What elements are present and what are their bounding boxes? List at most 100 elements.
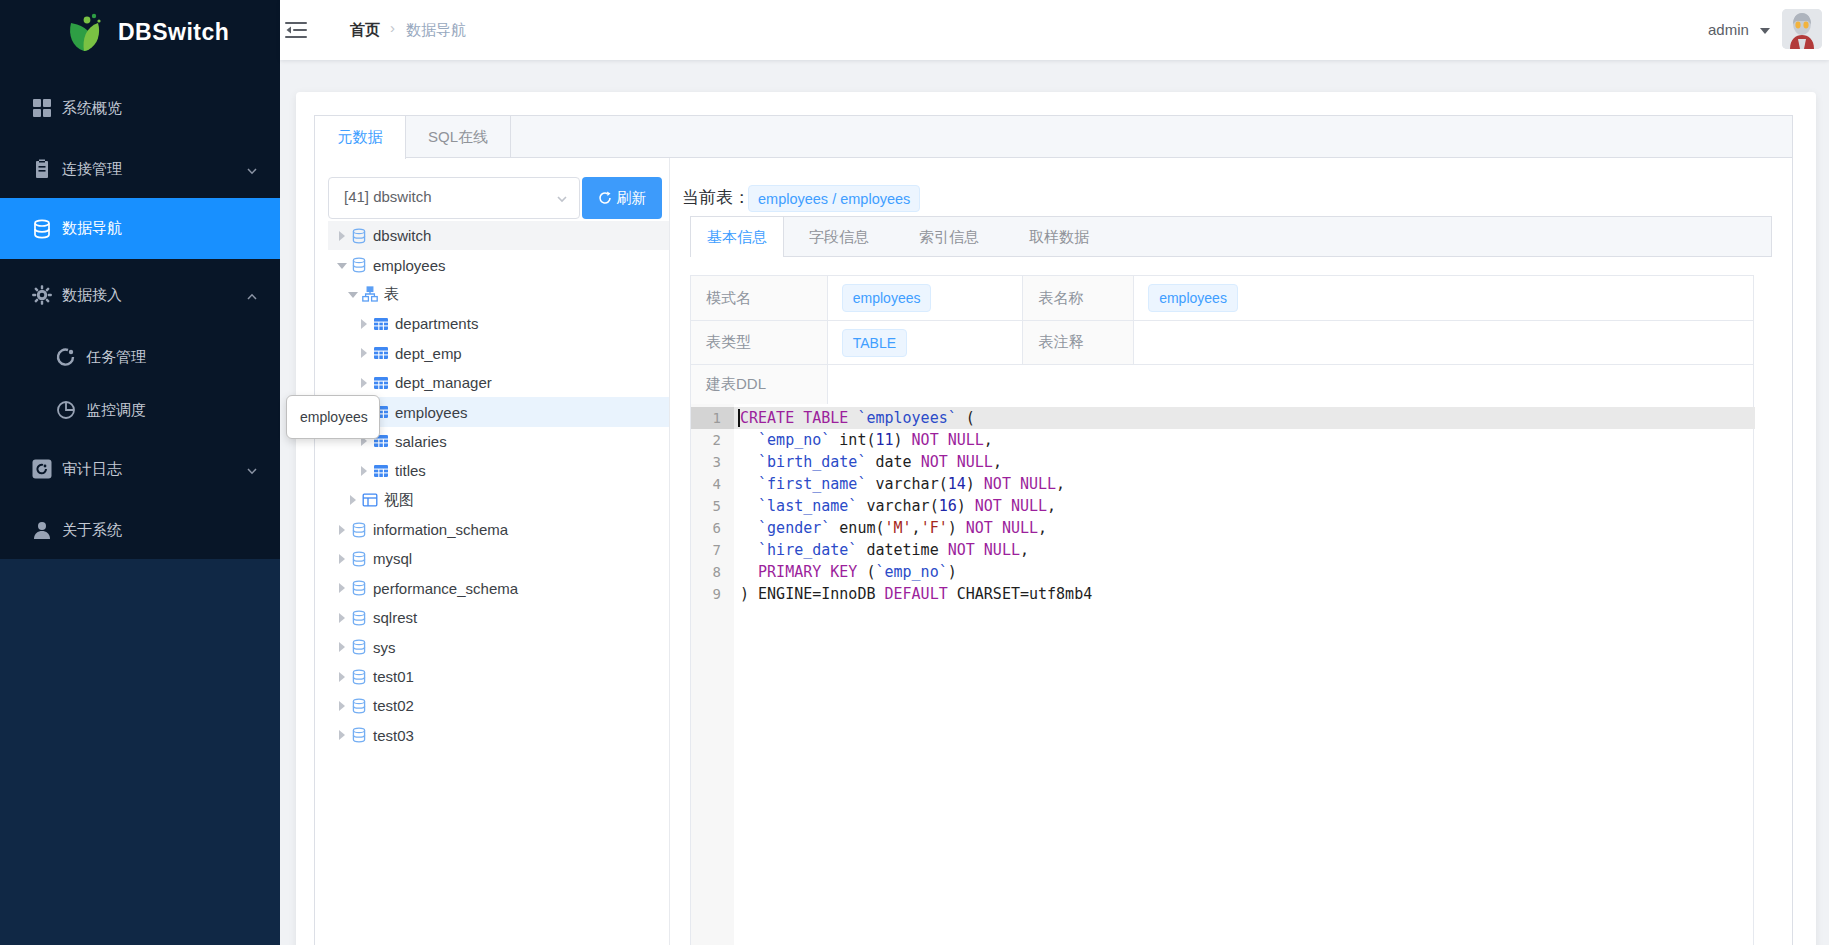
caret-right-icon[interactable] (336, 525, 348, 535)
sidebar-item-connections[interactable]: 连接管理 (0, 139, 280, 199)
tree-node-label: dbswitch (373, 227, 431, 244)
sidebar-item-data-access[interactable]: 数据接入 (0, 265, 280, 325)
breadcrumb-separator-icon: › (390, 19, 395, 36)
caret-right-icon[interactable] (336, 672, 348, 682)
code-line: `emp_no` int(11) NOT NULL, (740, 429, 993, 451)
tree-node-titles[interactable]: titles (328, 456, 669, 485)
top-header (280, 0, 1829, 60)
sidebar-item-monitor[interactable]: 监控调度 (0, 380, 280, 440)
sidebar-item-task-mgmt[interactable]: 任务管理 (0, 327, 280, 387)
user-icon (32, 520, 52, 540)
table-icon (373, 316, 389, 332)
sidebar-item-label: 连接管理 (62, 160, 122, 179)
breadcrumb-home[interactable]: 首页 (350, 21, 380, 40)
code-line: `last_name` varchar(16) NOT NULL, (740, 495, 1056, 517)
caret-right-icon[interactable] (358, 466, 370, 476)
sidebar-item-about[interactable]: 关于系统 (0, 500, 280, 560)
avatar[interactable] (1782, 9, 1822, 49)
collapse-sidebar-icon[interactable] (285, 20, 307, 40)
sidebar-item-audit-log[interactable]: 审计日志 (0, 439, 280, 499)
database-icon (351, 522, 367, 538)
tree-node-performance_schema[interactable]: performance_schema (328, 574, 669, 603)
chevron-down-icon (557, 194, 567, 204)
tree-node-dept_emp[interactable]: dept_emp (328, 339, 669, 368)
table-type-cell: TABLE (828, 321, 1024, 365)
code-line: CREATE TABLE `employees` ( (740, 407, 975, 429)
caret-right-icon[interactable] (336, 583, 348, 593)
tree-node-label: test01 (373, 668, 414, 685)
caret-right-icon[interactable] (336, 231, 348, 241)
refresh-icon (598, 191, 612, 205)
user-menu-caret-icon[interactable] (1760, 28, 1770, 34)
tree-node-视图[interactable]: 视图 (328, 486, 669, 515)
line-number: 6 (713, 517, 721, 539)
sidebar-item-label: 关于系统 (62, 521, 122, 540)
caret-down-icon[interactable] (336, 261, 348, 269)
connection-select-value: [41] dbswitch (344, 188, 432, 205)
schema-name-cell: employees (828, 276, 1024, 321)
tab-元数据[interactable]: 元数据 (315, 116, 406, 159)
user-menu[interactable]: admin (1708, 21, 1749, 38)
table-type-tag: TABLE (842, 329, 907, 357)
gear-icon (32, 285, 52, 305)
line-number: 1 (713, 407, 721, 429)
tab-SQL在线[interactable]: SQL在线 (406, 116, 511, 158)
code-line: `first_name` varchar(14) NOT NULL, (740, 473, 1065, 495)
caret-right-icon[interactable] (358, 319, 370, 329)
tree-node-dbswitch[interactable]: dbswitch (328, 221, 669, 250)
tree-node-test01[interactable]: test01 (328, 662, 669, 691)
breadcrumb-current: 数据导航 (406, 21, 466, 40)
tree-node-dept_manager[interactable]: dept_manager (328, 368, 669, 397)
sidebar-item-label: 任务管理 (86, 348, 146, 367)
caret-right-icon[interactable] (358, 348, 370, 358)
tree-node-tooltip: employees (286, 395, 380, 439)
table-name-cell: employees (1134, 276, 1753, 321)
caret-right-icon[interactable] (336, 554, 348, 564)
caret-right-icon[interactable] (358, 378, 370, 388)
table-type-label: 表类型 (691, 321, 828, 365)
tree-node-test03[interactable]: test03 (328, 721, 669, 750)
tree-node-label: sqlrest (373, 609, 417, 626)
caret-right-icon[interactable] (347, 495, 359, 505)
tree-node-information_schema[interactable]: information_schema (328, 515, 669, 544)
table-name-tag: employees (1148, 284, 1238, 312)
table-icon (373, 345, 389, 361)
sidebar-item-overview[interactable]: 系统概览 (0, 78, 280, 138)
ddl-code-editor[interactable]: 123456789 CREATE TABLE `employees` ( `em… (690, 404, 1754, 945)
tree-node-label: dept_manager (395, 374, 492, 391)
sidebar-item-label: 数据接入 (62, 286, 122, 305)
tab-取样数据[interactable]: 取样数据 (1004, 217, 1114, 256)
schema-name-tag: employees (842, 284, 932, 312)
tree-node-label: salaries (395, 433, 447, 450)
connection-select[interactable]: [41] dbswitch (328, 177, 580, 219)
refresh-button[interactable]: 刷新 (582, 177, 662, 219)
sidebar-item-data-nav[interactable]: 数据导航 (0, 198, 280, 259)
tree-node-test02[interactable]: test02 (328, 691, 669, 720)
tree-node-departments[interactable]: departments (328, 309, 669, 338)
tree-node-sqlrest[interactable]: sqlrest (328, 603, 669, 632)
tab-字段信息[interactable]: 字段信息 (784, 217, 894, 256)
tree-node-employees[interactable]: employees (328, 250, 669, 279)
tree-node-表[interactable]: 表 (328, 280, 669, 309)
logo-leaf-icon (62, 11, 106, 55)
tab-基本信息[interactable]: 基本信息 (691, 217, 784, 257)
schema-name-label: 模式名 (691, 276, 828, 321)
line-number: 8 (713, 561, 721, 583)
tree-node-label: test02 (373, 697, 414, 714)
caret-right-icon[interactable] (336, 613, 348, 623)
caret-right-icon[interactable] (336, 730, 348, 740)
caret-right-icon[interactable] (336, 642, 348, 652)
code-line: ) ENGINE=InnoDB DEFAULT CHARSET=utf8mb4 (740, 583, 1092, 605)
logo[interactable]: DBSwitch (0, 0, 280, 66)
tree-node-sys[interactable]: sys (328, 632, 669, 661)
caret-down-icon[interactable] (347, 290, 359, 298)
tree-node-mysql[interactable]: mysql (328, 544, 669, 573)
tree-node-label: sys (373, 639, 396, 656)
tab-索引信息[interactable]: 索引信息 (894, 217, 1004, 256)
caret-right-icon[interactable] (336, 701, 348, 711)
app-title: DBSwitch (118, 19, 229, 46)
tree-node-label: test03 (373, 727, 414, 744)
current-table-label: 当前表： (682, 186, 750, 209)
chevron-up-icon (246, 289, 258, 301)
tree-node-label: employees (395, 404, 468, 421)
